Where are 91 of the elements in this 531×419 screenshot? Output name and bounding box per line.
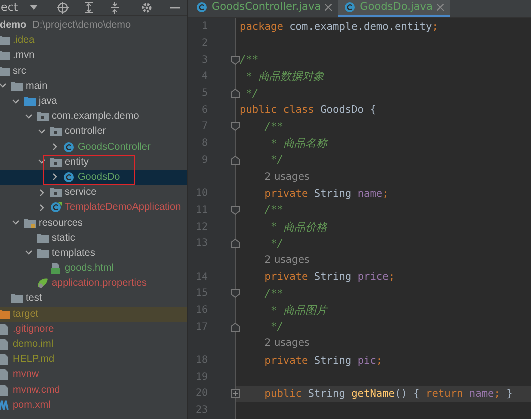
usages-hint[interactable]: 2 usages bbox=[264, 254, 310, 266]
folder-icon bbox=[24, 96, 36, 108]
tree-row[interactable]: java bbox=[0, 94, 187, 110]
tree-row[interactable]: service bbox=[0, 185, 187, 200]
fold-start-icon[interactable] bbox=[231, 289, 240, 298]
fold-start-icon[interactable] bbox=[231, 56, 240, 65]
fold-end-icon[interactable] bbox=[231, 89, 240, 98]
editor-tab[interactable]: GoodsDo.java bbox=[338, 0, 450, 16]
tree-row[interactable]: main bbox=[0, 78, 187, 94]
code-line: * 商品价格 bbox=[270, 220, 329, 236]
code-line: private String name; bbox=[264, 186, 390, 202]
code-line: private String pic; bbox=[264, 354, 384, 369]
tree-row[interactable]: GoodsDo bbox=[0, 170, 187, 186]
folder-icon bbox=[11, 80, 23, 92]
settings-icon[interactable] bbox=[141, 2, 153, 14]
folder-icon bbox=[11, 293, 23, 304]
tree-row[interactable]: controller bbox=[0, 124, 187, 140]
folder-icon bbox=[0, 66, 10, 77]
code-line: * 商品图片 bbox=[270, 304, 330, 319]
folder-icon bbox=[24, 218, 36, 229]
tree-row[interactable]: test bbox=[0, 291, 187, 307]
leaf-file-icon bbox=[37, 278, 49, 290]
file-icon bbox=[0, 384, 10, 396]
tree-row[interactable]: .idea bbox=[0, 33, 187, 48]
close-icon[interactable] bbox=[325, 4, 332, 11]
code-line: package com.example.demo.entity; bbox=[239, 20, 440, 35]
package-icon bbox=[50, 126, 62, 138]
class-icon bbox=[344, 2, 356, 13]
tree-row[interactable]: demo.iml bbox=[0, 336, 187, 352]
usages-hint[interactable]: 2 usages bbox=[264, 338, 310, 350]
expand-all-icon[interactable] bbox=[83, 2, 95, 14]
tree-row[interactable]: com.example.demo bbox=[0, 109, 187, 124]
tree-row[interactable]: entity bbox=[0, 154, 187, 170]
code-line: /** bbox=[264, 120, 284, 135]
tree-row[interactable]: GoodsController bbox=[0, 140, 187, 155]
code-line: /** bbox=[264, 286, 284, 302]
tree-row[interactable]: .mvn bbox=[0, 48, 187, 64]
file-icon bbox=[0, 354, 10, 366]
fold-end-icon[interactable] bbox=[231, 322, 240, 332]
tree-row[interactable]: .gitignore bbox=[0, 322, 187, 337]
tree-row[interactable]: src bbox=[0, 64, 187, 79]
package-icon bbox=[50, 187, 62, 198]
tree-row[interactable]: mvnw bbox=[0, 367, 187, 382]
code-line: /** bbox=[239, 53, 260, 68]
tree-row[interactable]: pom.xml bbox=[0, 398, 187, 413]
target-icon[interactable] bbox=[57, 2, 69, 14]
tree-row[interactable]: TemplateDemoApplication bbox=[0, 200, 187, 216]
package-icon bbox=[50, 156, 62, 168]
html-file-icon bbox=[50, 263, 62, 274]
folder-icon bbox=[37, 232, 49, 244]
code-line: public class GoodsDo { bbox=[239, 103, 378, 118]
code-line: */ bbox=[245, 86, 260, 102]
collapse-all-icon[interactable] bbox=[109, 2, 121, 14]
code-line: * 商品数据对象 bbox=[245, 70, 326, 86]
fold-end-icon[interactable] bbox=[231, 239, 240, 248]
dropdown-caret-icon[interactable] bbox=[30, 4, 38, 10]
tree-row[interactable]: resources bbox=[0, 215, 187, 231]
tree-row[interactable]: goods.html bbox=[0, 261, 187, 276]
folder-icon bbox=[0, 35, 10, 46]
panel-title[interactable]: ject bbox=[0, 1, 18, 14]
usages-hint[interactable]: 2 usages bbox=[264, 172, 310, 183]
class-icon bbox=[50, 202, 62, 214]
tree-row[interactable]: target bbox=[0, 306, 187, 322]
tree-row[interactable]: mvnw.cmd bbox=[0, 382, 187, 398]
folder-icon bbox=[37, 248, 49, 259]
package-icon bbox=[37, 111, 49, 122]
code-line: private String price; bbox=[264, 270, 396, 286]
code-line: */ bbox=[270, 236, 284, 252]
file-icon bbox=[0, 324, 10, 335]
tree-row[interactable]: static bbox=[0, 230, 187, 246]
project-path: D:\project\demo\demo bbox=[32, 20, 132, 32]
tree-row[interactable]: application.properties bbox=[0, 276, 187, 292]
tree-row[interactable]: HELP.md bbox=[0, 352, 187, 368]
tree-row[interactable]: templates bbox=[0, 246, 187, 261]
tree-row[interactable]: demo D:\project\demo\demo bbox=[0, 18, 187, 34]
fold-start-icon[interactable] bbox=[231, 122, 240, 132]
class-icon bbox=[63, 172, 75, 183]
code-line: */ bbox=[270, 153, 284, 168]
file-icon bbox=[0, 339, 10, 350]
code-line: /** bbox=[264, 203, 284, 218]
expand-fold-icon[interactable] bbox=[231, 389, 240, 398]
folder-icon bbox=[0, 50, 10, 62]
class-icon bbox=[63, 142, 75, 153]
editor-tab[interactable]: GoodsController.java bbox=[190, 0, 338, 16]
folder-icon bbox=[0, 308, 10, 320]
file-icon bbox=[0, 369, 10, 380]
code-line: */ bbox=[270, 320, 284, 336]
fold-start-icon[interactable] bbox=[231, 206, 240, 215]
code-line: * 商品名称 bbox=[270, 136, 330, 152]
fold-end-icon[interactable] bbox=[231, 156, 240, 165]
maven-file-icon bbox=[0, 400, 10, 411]
